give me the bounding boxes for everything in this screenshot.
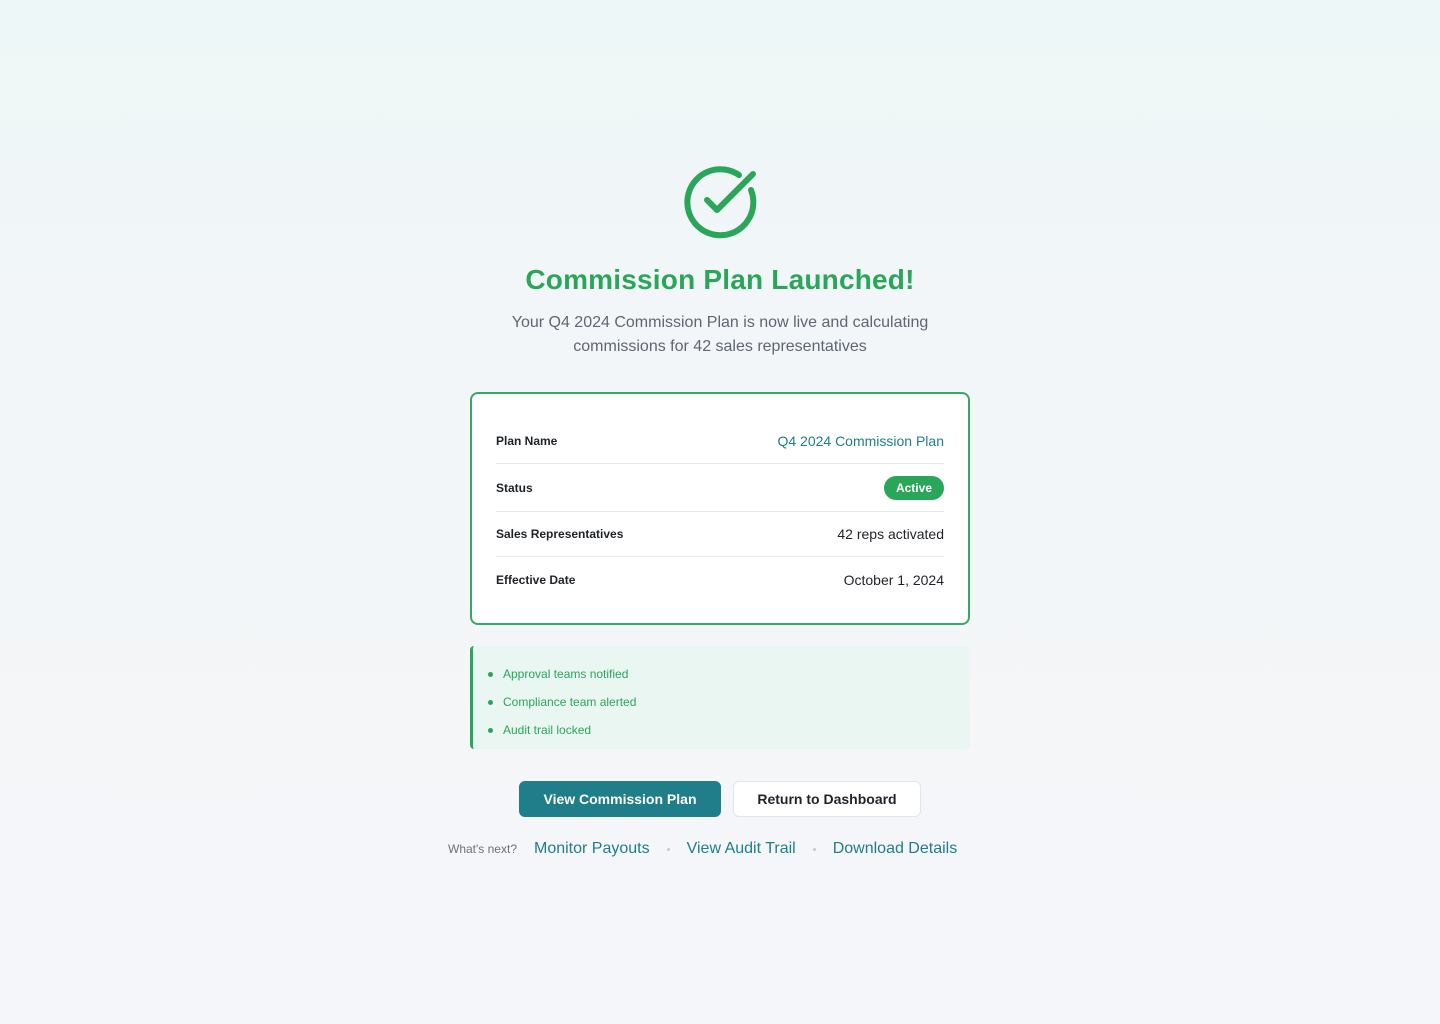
reps-label: Sales Representatives <box>496 527 624 541</box>
separator-dot <box>666 847 670 851</box>
notification-list: Approval teams notified Compliance team … <box>470 646 970 749</box>
notification-text: Approval teams notified <box>503 667 629 681</box>
list-item: Approval teams notified <box>488 660 970 688</box>
bullet-icon <box>488 671 493 677</box>
summary-row-reps: Sales Representatives 42 reps activated <box>496 512 944 557</box>
page-title: Commission Plan Launched! <box>525 264 915 295</box>
next-steps: What's next? Monitor Payouts View Audit … <box>448 838 957 860</box>
monitor-payouts-link[interactable]: Monitor Payouts <box>534 840 650 858</box>
plan-name-link[interactable]: Q4 2024 Commission Plan <box>777 433 944 449</box>
view-audit-trail-link[interactable]: View Audit Trail <box>687 840 796 858</box>
effective-date-label: Effective Date <box>496 572 576 587</box>
download-details-link[interactable]: Download Details <box>833 840 958 858</box>
status-badge: Active <box>883 475 944 500</box>
check-circle-icon <box>684 166 757 239</box>
page-subtitle: Your Q4 2024 Commission Plan is now live… <box>511 314 929 355</box>
return-to-dashboard-button[interactable]: Return to Dashboard <box>733 781 921 817</box>
separator-dot <box>812 847 816 851</box>
summary-row-plan-name: Plan Name Q4 2024 Commission Plan <box>496 418 944 464</box>
view-commission-plan-button[interactable]: View Commission Plan <box>519 781 721 817</box>
next-steps-label: What's next? <box>448 842 517 856</box>
reps-value: 42 reps activated <box>837 526 944 542</box>
summary-row-status: Status Active <box>496 464 944 512</box>
list-item: Compliance team alerted <box>488 688 970 716</box>
list-item: Audit trail locked <box>488 716 970 744</box>
notification-text: Audit trail locked <box>503 723 592 737</box>
summary-row-effective-date: Effective Date October 1, 2024 <box>496 557 944 602</box>
bullet-icon <box>488 699 493 705</box>
success-page: Commission Plan Launched! Your Q4 2024 C… <box>0 0 1440 1024</box>
bullet-icon <box>488 727 493 733</box>
plan-name-label: Plan Name <box>496 433 558 448</box>
effective-date-value: October 1, 2024 <box>843 571 944 588</box>
status-label: Status <box>496 480 533 495</box>
plan-summary-card: Plan Name Q4 2024 Commission Plan Status… <box>470 392 970 625</box>
notification-text: Compliance team alerted <box>503 695 637 709</box>
